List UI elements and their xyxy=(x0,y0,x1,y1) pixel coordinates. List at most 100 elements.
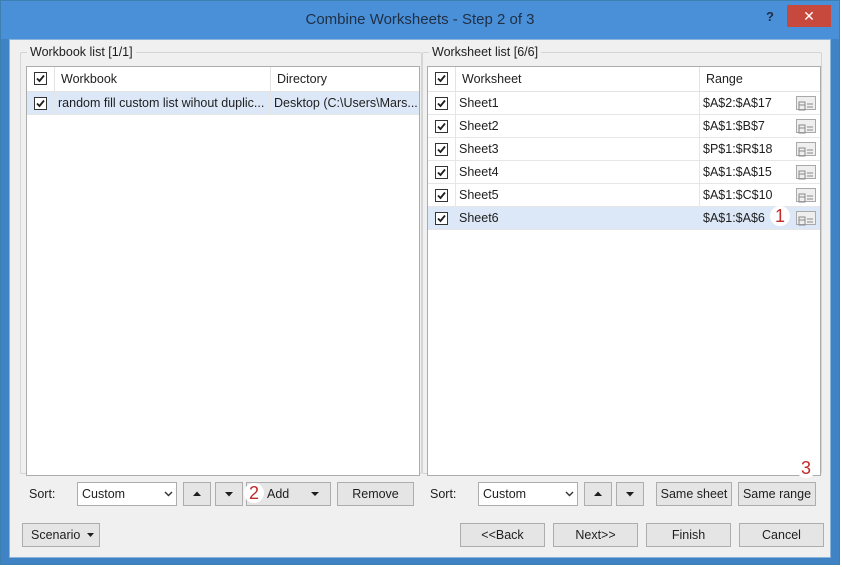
chevron-down-icon xyxy=(164,491,173,497)
scenario-button[interactable]: Scenario xyxy=(22,523,100,547)
worksheet-row[interactable]: Sheet2 $A$1:$B$7 xyxy=(428,115,820,138)
title-bar[interactable]: Combine Worksheets - Step 2 of 3 ? ✕ xyxy=(1,1,839,39)
close-button[interactable]: ✕ xyxy=(787,5,831,27)
worksheet-list-legend: Worksheet list [6/6] xyxy=(429,45,542,59)
worksheet-range-cell: $A$1:$A$6 xyxy=(700,207,820,229)
select-range-icon[interactable] xyxy=(796,188,816,203)
select-range-icon[interactable] xyxy=(796,119,816,134)
triangle-up-icon xyxy=(594,491,602,496)
annotation-marker-1: 1 xyxy=(770,206,790,226)
back-button[interactable]: <<Back xyxy=(460,523,545,547)
worksheet-row[interactable]: Sheet5 $A$1:$C$10 xyxy=(428,184,820,207)
sort-combo-left-value: Custom xyxy=(82,487,126,501)
sort-label-left: Sort: xyxy=(29,487,56,501)
worksheet-range: $A$1:$B$7 xyxy=(703,119,765,133)
row-checkbox-cell xyxy=(428,138,456,160)
row-checkbox-cell xyxy=(428,207,456,229)
worksheet-row[interactable]: Sheet1 $A$2:$A$17 xyxy=(428,92,820,115)
sort-label-right: Sort: xyxy=(430,487,457,501)
annotation-marker-2: 2 xyxy=(244,483,264,503)
cancel-button[interactable]: Cancel xyxy=(739,523,824,547)
scenario-button-label: Scenario xyxy=(31,528,81,542)
row-checkbox-cell xyxy=(428,92,456,114)
sort-combo-right-value: Custom xyxy=(483,487,527,501)
worksheet-list[interactable]: Worksheet Range Sheet1 $A$2:$A$17 Sheet2 $A… xyxy=(427,66,821,476)
workbook-list[interactable]: Workbook Directory random fill custom li… xyxy=(26,66,420,476)
header-checkbox-cell xyxy=(428,67,456,91)
worksheet-range-cell: $A$1:$C$10 xyxy=(700,184,820,206)
worksheet-range: $A$2:$A$17 xyxy=(703,96,772,110)
move-up-button-left[interactable] xyxy=(183,482,211,506)
move-up-button-right[interactable] xyxy=(584,482,612,506)
worksheet-name: Sheet6 xyxy=(456,207,700,229)
workbook-list-group: Workbook list [1/1] Workbook Directory r… xyxy=(20,45,422,476)
worksheet-row[interactable]: Sheet3 $P$1:$R$18 xyxy=(428,138,820,161)
worksheet-row[interactable]: Sheet4 $A$1:$A$15 xyxy=(428,161,820,184)
chevron-down-icon xyxy=(565,491,574,497)
column-header-range[interactable]: Range xyxy=(700,67,820,91)
worksheet-range: $A$1:$A$15 xyxy=(703,165,772,179)
worksheet-range-cell: $A$1:$B$7 xyxy=(700,115,820,137)
workbook-directory: Desktop (C:\Users\Mars... xyxy=(274,96,418,110)
add-button-label: Add xyxy=(267,487,290,501)
worksheet-range-cell: $A$1:$A$15 xyxy=(700,161,820,183)
sort-combo-left[interactable]: Custom xyxy=(77,482,177,506)
select-range-icon[interactable] xyxy=(796,165,816,180)
sort-combo-right[interactable]: Custom xyxy=(478,482,578,506)
dropdown-arrow-icon xyxy=(87,533,94,537)
worksheet-checkbox[interactable] xyxy=(435,166,448,179)
dialog-window: Combine Worksheets - Step 2 of 3 ? ✕ Wor… xyxy=(0,0,840,565)
move-down-button-left[interactable] xyxy=(215,482,243,506)
help-button[interactable]: ? xyxy=(757,7,783,27)
dialog-client: Workbook list [1/1] Workbook Directory r… xyxy=(9,39,831,558)
row-checkbox-cell xyxy=(428,115,456,137)
column-header-worksheet[interactable]: Worksheet xyxy=(456,67,700,91)
worksheet-name: Sheet4 xyxy=(456,161,700,183)
same-range-button[interactable]: Same range xyxy=(738,482,816,506)
workbook-list-legend: Workbook list [1/1] xyxy=(27,45,136,59)
worksheet-range-cell: $P$1:$R$18 xyxy=(700,138,820,160)
select-range-icon[interactable] xyxy=(796,142,816,157)
move-down-button-right[interactable] xyxy=(616,482,644,506)
worksheet-checkbox[interactable] xyxy=(435,97,448,110)
triangle-down-icon xyxy=(225,492,233,497)
finish-button[interactable]: Finish xyxy=(646,523,731,547)
worksheet-checkbox[interactable] xyxy=(435,212,448,225)
next-button[interactable]: Next>> xyxy=(553,523,638,547)
worksheet-name: Sheet1 xyxy=(456,92,700,114)
workbook-checkbox[interactable] xyxy=(34,97,47,110)
worksheet-checkbox[interactable] xyxy=(435,189,448,202)
worksheet-name: Sheet3 xyxy=(456,138,700,160)
workbook-row[interactable]: random fill custom list wihout duplic...… xyxy=(27,92,419,115)
row-checkbox-cell xyxy=(428,184,456,206)
workbook-list-header: Workbook Directory xyxy=(27,67,419,92)
select-range-icon[interactable] xyxy=(796,211,816,226)
worksheet-checkbox[interactable] xyxy=(435,120,448,133)
triangle-down-icon xyxy=(626,492,634,497)
column-header-directory[interactable]: Directory xyxy=(271,67,419,91)
header-checkbox-cell xyxy=(27,67,55,91)
worksheet-row[interactable]: Sheet6 $A$1:$A$6 xyxy=(428,207,820,230)
worksheet-list-header: Worksheet Range xyxy=(428,67,820,92)
column-header-workbook[interactable]: Workbook xyxy=(55,67,271,91)
window-title: Combine Worksheets - Step 2 of 3 xyxy=(305,11,535,28)
row-checkbox-cell xyxy=(428,161,456,183)
select-all-workbooks-checkbox[interactable] xyxy=(34,72,47,85)
worksheet-range: $P$1:$R$18 xyxy=(703,142,773,156)
remove-button[interactable]: Remove xyxy=(337,482,414,506)
worksheet-range-cell: $A$2:$A$17 xyxy=(700,92,820,114)
workbook-name: random fill custom list wihout duplic... xyxy=(55,92,271,114)
worksheet-range: $A$1:$C$10 xyxy=(703,188,773,202)
worksheet-list-group: Worksheet list [6/6] Worksheet Range She… xyxy=(422,45,822,476)
worksheet-checkbox[interactable] xyxy=(435,143,448,156)
dropdown-arrow-icon xyxy=(311,492,319,496)
select-all-worksheets-checkbox[interactable] xyxy=(435,72,448,85)
select-range-icon[interactable] xyxy=(796,96,816,111)
worksheet-name: Sheet2 xyxy=(456,115,700,137)
row-checkbox-cell xyxy=(27,92,55,114)
triangle-up-icon xyxy=(193,491,201,496)
worksheet-name: Sheet5 xyxy=(456,184,700,206)
same-sheet-button[interactable]: Same sheet xyxy=(656,482,732,506)
annotation-marker-3: 3 xyxy=(796,458,816,478)
worksheet-range: $A$1:$A$6 xyxy=(703,211,765,225)
